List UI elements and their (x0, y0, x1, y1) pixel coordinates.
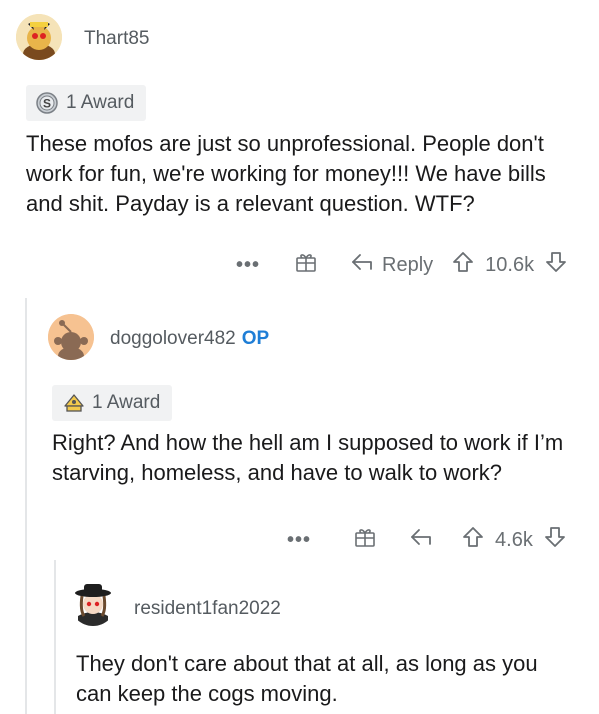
vote-count: 4.6k (495, 528, 533, 551)
op-badge: OP (241, 328, 270, 349)
svg-text:S: S (43, 97, 51, 111)
reply-label: Reply (382, 253, 434, 276)
downvote-arrow-icon[interactable] (543, 525, 567, 555)
comment-text: They don't care about that at all, as lo… (76, 651, 538, 706)
award-label: 1 Award (92, 392, 161, 413)
comment-actions: ••• Reply 10.6k (236, 250, 568, 280)
more-options-button[interactable]: ••• (287, 530, 311, 550)
award-badge[interactable]: S 1 Award (26, 85, 147, 121)
avatar[interactable] (48, 314, 94, 360)
username[interactable]: doggolover482 OP (110, 328, 269, 350)
comment-text: Right? And how the hell am I supposed to… (52, 430, 564, 485)
upvote-arrow-icon[interactable] (461, 525, 485, 555)
helpful-hat-award-icon (62, 392, 84, 414)
award-badge[interactable]: 1 Award (52, 385, 173, 421)
reply-arrow-icon (350, 251, 374, 279)
avatar[interactable] (70, 580, 116, 626)
downvote-arrow-icon[interactable] (544, 250, 568, 280)
username-text[interactable]: doggolover482 (110, 328, 236, 349)
username[interactable]: resident1fan2022 (134, 598, 281, 620)
avatar-image (48, 314, 94, 360)
reply-button[interactable]: Reply (350, 251, 433, 279)
username[interactable]: Thart85 (84, 28, 149, 50)
reply-arrow-icon[interactable] (409, 526, 433, 554)
silver-s-award-icon: S (36, 92, 58, 114)
comment-text: These mofos are just so unprofessional. … (26, 131, 546, 216)
gift-icon[interactable] (353, 525, 377, 555)
vote-count: 10.6k (485, 253, 535, 276)
avatar[interactable] (16, 14, 62, 60)
comment-actions: ••• 4.6k (287, 525, 567, 555)
avatar-image (70, 580, 116, 626)
award-label: 1 Award (66, 92, 135, 113)
more-options-button[interactable]: ••• (236, 255, 260, 275)
avatar-image (16, 14, 62, 60)
thread-line-level1[interactable] (25, 298, 27, 714)
upvote-arrow-icon[interactable] (451, 250, 475, 280)
thread-line-level2[interactable] (54, 560, 56, 714)
gift-icon[interactable] (294, 250, 318, 280)
